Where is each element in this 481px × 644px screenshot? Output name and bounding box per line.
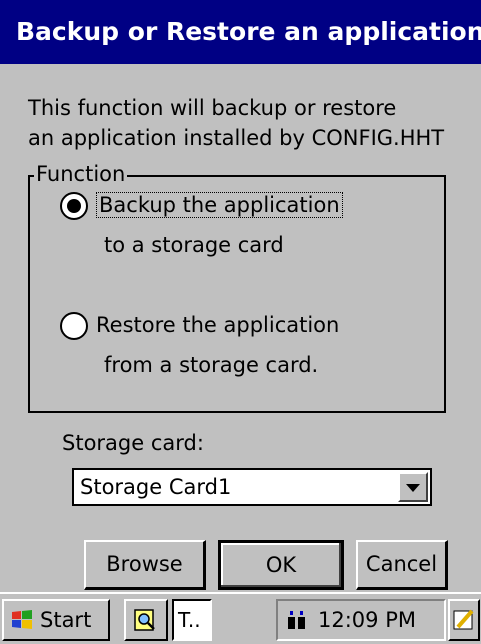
ok-button[interactable]: OK [218,540,344,590]
description-text: This function will backup or restore an … [28,93,468,153]
taskbar: Start T.. 12:09 PM [0,592,481,644]
network-status-icon[interactable] [286,609,308,631]
description-line-2: an application installed by CONFIG.HHT [28,126,445,150]
taskbar-active-task[interactable]: T.. [172,599,212,641]
windows-flag-icon [12,610,32,629]
system-tray: 12:09 PM [276,599,446,641]
restore-option[interactable]: Restore the application from a storage c… [60,310,380,384]
backup-option[interactable]: Backup the application to a storage card [60,190,380,264]
start-button[interactable]: Start [2,599,110,641]
window-title: Backup or Restore an application [0,0,481,64]
pencil-icon [453,609,474,630]
storage-card-label: Storage card: [62,431,204,455]
cancel-button[interactable]: Cancel [356,540,448,590]
restore-radio[interactable] [60,312,88,340]
storage-card-select[interactable]: Storage Card1 [72,468,432,506]
file-search-icon [134,609,155,631]
start-label: Start [40,608,92,632]
backup-option-label: Backup the application [96,192,343,218]
function-group-legend: Function [34,160,128,188]
backup-option-sublabel: to a storage card [104,233,284,257]
storage-card-value: Storage Card1 [80,475,232,499]
radio-selected-dot [67,199,81,213]
dialog-window: Backup or Restore an application This fu… [0,0,481,592]
chevron-down-icon [406,484,420,492]
dropdown-button[interactable] [398,472,428,502]
browse-button[interactable]: Browse [84,540,206,590]
file-explorer-button[interactable] [124,599,168,641]
restore-option-label: Restore the application [96,313,340,337]
backup-radio[interactable] [60,192,88,220]
restore-option-sublabel: from a storage card. [104,353,319,377]
input-panel-button[interactable] [448,599,480,641]
clock[interactable]: 12:09 PM [318,601,416,639]
description-line-1: This function will backup or restore [28,96,397,120]
